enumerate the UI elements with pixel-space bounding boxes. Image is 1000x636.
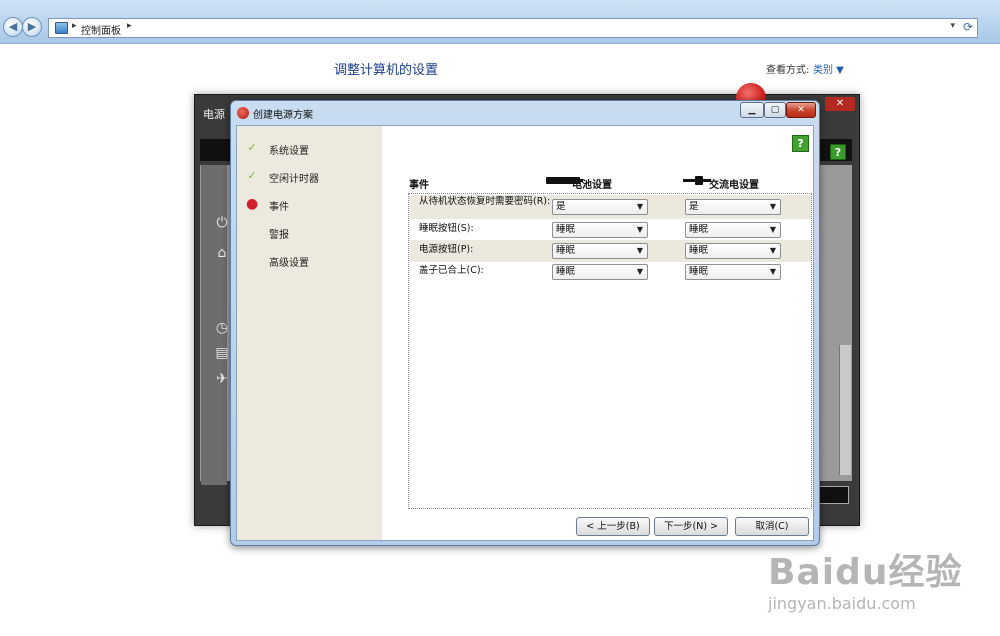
baidu-watermark-url: jingyan.baidu.com xyxy=(768,594,916,613)
chevron-down-icon: ▼ xyxy=(636,225,643,234)
column-header-event: 事件 xyxy=(409,180,429,191)
nav-item-idle-timer[interactable]: 空闲计时器 xyxy=(269,170,319,185)
select-value: 睡眠 xyxy=(689,245,709,256)
nav-item-advanced[interactable]: 高级设置 xyxy=(269,254,309,269)
explorer-toolbar: ◀ ▶ ▸ 控制面板 ▸ ▾ ⟳ xyxy=(0,0,1000,44)
back-button[interactable]: < 上一步(B) xyxy=(576,517,650,536)
ac-select[interactable]: 是 ▼ xyxy=(685,199,781,215)
create-power-plan-dialog: 创建电源方案 ▁ ▢ ✕ ✓ 系统设置 ✓ 空闲计时器 ● 事件 警报 高级设置… xyxy=(230,100,820,546)
table-row: 睡眠按钮(S): 睡眠 ▼ 睡眠 ▼ xyxy=(409,219,811,241)
background-scrollbar[interactable] xyxy=(839,345,851,475)
row-label: 从待机状态恢复时需要密码(R): xyxy=(419,196,551,207)
chevron-down-icon: ▼ xyxy=(769,225,776,234)
chevron-down-icon: ▼ xyxy=(636,202,643,211)
plug-icon xyxy=(683,176,711,185)
airplane-icon: ✈ xyxy=(216,371,228,387)
column-header-battery: 电池设置 xyxy=(572,180,612,191)
refresh-icon[interactable]: ⟳ xyxy=(963,20,973,34)
dialog-client: ✓ 系统设置 ✓ 空闲计时器 ● 事件 警报 高级设置 ? 事件 电池设置 交流… xyxy=(236,125,814,541)
chevron-down-icon[interactable]: ▾ xyxy=(950,21,955,31)
select-value: 是 xyxy=(556,201,566,212)
forward-button[interactable]: ▶ xyxy=(22,17,42,37)
select-value: 睡眠 xyxy=(689,266,709,277)
table-row: 盖子已合上(C): 睡眠 ▼ 睡眠 ▼ xyxy=(409,261,811,283)
breadcrumb-control-panel[interactable]: 控制面板 xyxy=(81,22,121,37)
current-step-icon: ● xyxy=(246,196,259,212)
power-icon: ⏻ xyxy=(216,215,228,231)
row-label: 睡眠按钮(S): xyxy=(419,223,474,234)
film-icon: ▤ xyxy=(215,345,229,361)
checkmark-icon: ✓ xyxy=(247,141,257,154)
ac-select[interactable]: 睡眠 ▼ xyxy=(685,243,781,259)
chevron-right-icon: ▸ xyxy=(72,21,77,31)
clock-icon: ◷ xyxy=(215,320,229,336)
checkmark-icon: ✓ xyxy=(247,169,257,182)
next-button[interactable]: 下一步(N) > xyxy=(654,517,728,536)
chevron-down-icon: ▼ xyxy=(636,246,643,255)
baidu-watermark-logo: Baidu经验 xyxy=(768,552,963,593)
power-plan-icon xyxy=(237,107,249,119)
chevron-down-icon: ▼ xyxy=(636,267,643,276)
view-by-label: 查看方式: xyxy=(766,65,810,76)
ac-select[interactable]: 睡眠 ▼ xyxy=(685,222,781,238)
background-window-title: 电源 xyxy=(203,108,225,121)
battery-select[interactable]: 睡眠 ▼ xyxy=(552,264,648,280)
battery-select[interactable]: 睡眠 ▼ xyxy=(552,222,648,238)
nav-item-system-settings[interactable]: 系统设置 xyxy=(269,142,309,157)
battery-select[interactable]: 是 ▼ xyxy=(552,199,648,215)
dialog-title: 创建电源方案 xyxy=(253,110,313,121)
background-help-icon[interactable]: ? xyxy=(830,144,846,160)
nav-item-events[interactable]: 事件 xyxy=(269,198,289,213)
row-label: 电源按钮(P): xyxy=(419,244,474,255)
view-by-dropdown[interactable]: 类别 ▼ xyxy=(813,61,844,76)
maximize-button[interactable]: ▢ xyxy=(764,102,786,118)
select-value: 睡眠 xyxy=(556,245,576,256)
ac-select[interactable]: 睡眠 ▼ xyxy=(685,264,781,280)
select-value: 是 xyxy=(689,201,699,212)
battery-select[interactable]: 睡眠 ▼ xyxy=(552,243,648,259)
column-header-ac: 交流电设置 xyxy=(709,180,759,191)
nav-item-alerts[interactable]: 警报 xyxy=(269,226,289,241)
address-bar[interactable]: ▸ 控制面板 ▸ ▾ ⟳ xyxy=(48,18,978,38)
table-row: 从待机状态恢复时需要密码(R): 是 ▼ 是 ▼ xyxy=(409,195,811,219)
select-value: 睡眠 xyxy=(689,224,709,235)
chevron-down-icon: ▼ xyxy=(769,267,776,276)
row-label: 盖子已合上(C): xyxy=(419,265,484,276)
chevron-down-icon: ▼ xyxy=(769,246,776,255)
help-icon[interactable]: ? xyxy=(792,135,809,152)
close-button[interactable]: ✕ xyxy=(786,102,816,118)
page-title: 调整计算机的设置 xyxy=(334,63,439,78)
background-close-button[interactable]: ✕ xyxy=(825,97,855,111)
chevron-right-icon[interactable]: ▸ xyxy=(127,21,132,31)
minimize-button[interactable]: ▁ xyxy=(740,102,764,118)
control-panel-icon xyxy=(55,22,68,34)
chevron-down-icon: ▼ xyxy=(769,202,776,211)
select-value: 睡眠 xyxy=(556,266,576,277)
background-field xyxy=(817,486,849,504)
home-icon: ⌂ xyxy=(217,245,227,261)
table-row: 电源按钮(P): 睡眠 ▼ 睡眠 ▼ xyxy=(409,240,811,262)
cancel-button[interactable]: 取消(C) xyxy=(735,517,809,536)
select-value: 睡眠 xyxy=(556,224,576,235)
wizard-nav: ✓ 系统设置 ✓ 空闲计时器 ● 事件 警报 高级设置 xyxy=(237,126,382,540)
back-button[interactable]: ◀ xyxy=(3,17,23,37)
